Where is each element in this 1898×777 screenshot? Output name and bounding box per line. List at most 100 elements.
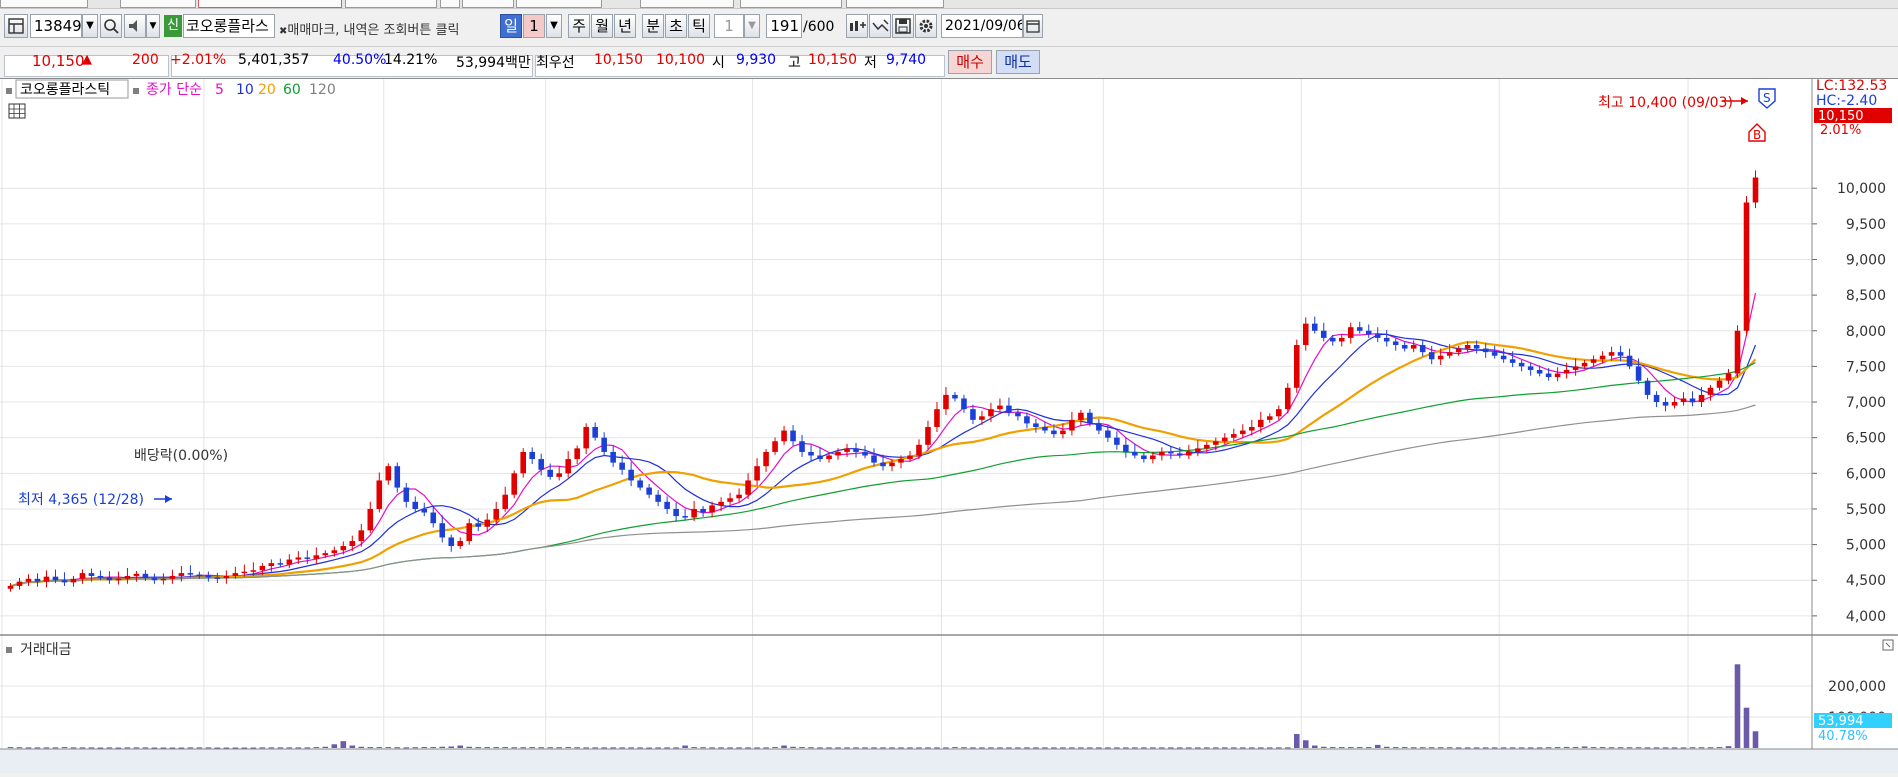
volume-bar (844, 747, 850, 749)
candle-body (583, 426, 589, 449)
window-toggle-icon[interactable] (4, 14, 28, 38)
candle-body (106, 577, 113, 581)
bid-price: 10,100 (656, 52, 705, 68)
volume-bar (1159, 747, 1165, 749)
price-chart-svg[interactable]: 10,000 9,500 9,000 8,500 8,000 7,500 7,000 6,50… (0, 78, 1898, 773)
save-icon[interactable] (892, 14, 914, 38)
new-listing-badge: 신 (164, 15, 182, 37)
buy-button[interactable]: 매수 (948, 50, 992, 74)
candle-body (277, 563, 284, 565)
minute-value-input[interactable]: 1 (714, 14, 744, 38)
period-count-input[interactable]: 1 (523, 14, 545, 38)
candle-body (1320, 330, 1327, 338)
volume-bar (673, 747, 679, 749)
volume-bar (1572, 747, 1579, 749)
chart-area[interactable]: 10,000 9,500 9,000 8,500 8,000 7,500 7,000 6,50… (0, 78, 1898, 773)
candle-body (1293, 345, 1300, 388)
ask-price: 10,150 (594, 52, 643, 68)
volume-bar (160, 747, 167, 749)
candle-body (1365, 330, 1372, 335)
volume-bar (394, 747, 401, 749)
volume-bar (214, 747, 221, 749)
volume-bar (196, 747, 203, 749)
volume-bar (25, 747, 32, 749)
period-month-button[interactable]: 월 (591, 14, 613, 38)
volume-bar (259, 747, 266, 749)
tab-partial[interactable] (462, 0, 514, 8)
tab-partial[interactable] (198, 0, 342, 8)
period-day-button[interactable]: 일 (500, 14, 522, 38)
ma-prefix-label: 종가 단순 (146, 82, 202, 98)
tab-partial[interactable] (0, 0, 88, 8)
candle-body (187, 573, 194, 575)
stock-name-field[interactable]: 코오롱플라스 (183, 14, 275, 38)
candle-body (1069, 419, 1075, 431)
candle-body (1159, 451, 1165, 456)
candle-body (592, 426, 598, 438)
volume-bar (1311, 745, 1318, 748)
settings-gear-icon[interactable] (915, 14, 937, 38)
volume-bar (1060, 747, 1066, 749)
volume-bar (142, 747, 149, 749)
tab-partial[interactable] (640, 0, 734, 8)
volume-bar (1482, 747, 1489, 749)
indicator-add-icon[interactable] (846, 14, 868, 38)
stock-code-input[interactable]: 138490 (30, 14, 82, 38)
candle-body (475, 523, 482, 527)
code-dropdown-icon[interactable]: ▼ (82, 14, 98, 38)
best-quote-label: 최우선 (536, 55, 575, 71)
minute-dropdown-icon[interactable]: ▼ (744, 14, 760, 38)
candle-body (1581, 362, 1588, 367)
volume-bar (601, 747, 607, 749)
sell-button[interactable]: 매도 (996, 50, 1040, 74)
tab-partial[interactable] (440, 0, 460, 8)
candle-body (1105, 430, 1111, 438)
candle-body (898, 459, 904, 463)
period-dropdown-icon[interactable]: ▼ (546, 14, 562, 38)
data-count-input[interactable]: 191 (766, 14, 802, 38)
candle-body (160, 578, 167, 581)
date-input[interactable]: 2021/09/06 (941, 14, 1023, 38)
candle-body (331, 550, 338, 554)
candle-body (1132, 451, 1138, 456)
volume-bar (799, 747, 805, 749)
high-label: 고 (788, 55, 801, 71)
volume-bar (97, 747, 104, 749)
calendar-icon[interactable] (1023, 14, 1043, 38)
period-tick-button[interactable]: 틱 (688, 14, 710, 38)
tab-partial[interactable] (120, 0, 196, 8)
period-second-button[interactable]: 초 (665, 14, 687, 38)
candle-body (916, 444, 922, 456)
volume-bar (1042, 747, 1048, 749)
tab-partial[interactable] (345, 0, 437, 8)
ma20-legend: 20 (258, 82, 276, 98)
candle-body (1195, 448, 1201, 452)
candle-body (250, 570, 257, 572)
candle-body (700, 508, 706, 513)
candle-body (1006, 405, 1012, 413)
volume-bar (898, 747, 904, 749)
speaker-dropdown-icon[interactable]: ▼ (146, 14, 160, 38)
volume-bar (1644, 747, 1651, 749)
tab-partial[interactable] (740, 0, 842, 8)
period-minute-button[interactable]: 분 (642, 14, 664, 38)
candle-body (1383, 337, 1390, 342)
search-icon[interactable] (100, 14, 122, 38)
candle-body (1123, 444, 1129, 452)
volume-bar (718, 747, 724, 749)
volume-bar (457, 745, 464, 748)
period-year-button[interactable]: 년 (614, 14, 636, 38)
tab-partial[interactable] (846, 0, 944, 8)
candle-body (1707, 387, 1714, 395)
trendline-icon[interactable] (869, 14, 891, 38)
volume-bar (1707, 747, 1714, 749)
volume-bar (475, 747, 482, 749)
candle-body (1734, 330, 1741, 374)
tab-partial[interactable] (516, 0, 602, 8)
volume-bar (1419, 747, 1426, 749)
volume-bar (772, 747, 778, 749)
period-week-button[interactable]: 주 (568, 14, 590, 38)
candle-body (124, 575, 131, 579)
speaker-icon[interactable] (124, 14, 146, 38)
volume-bar (1446, 747, 1453, 749)
